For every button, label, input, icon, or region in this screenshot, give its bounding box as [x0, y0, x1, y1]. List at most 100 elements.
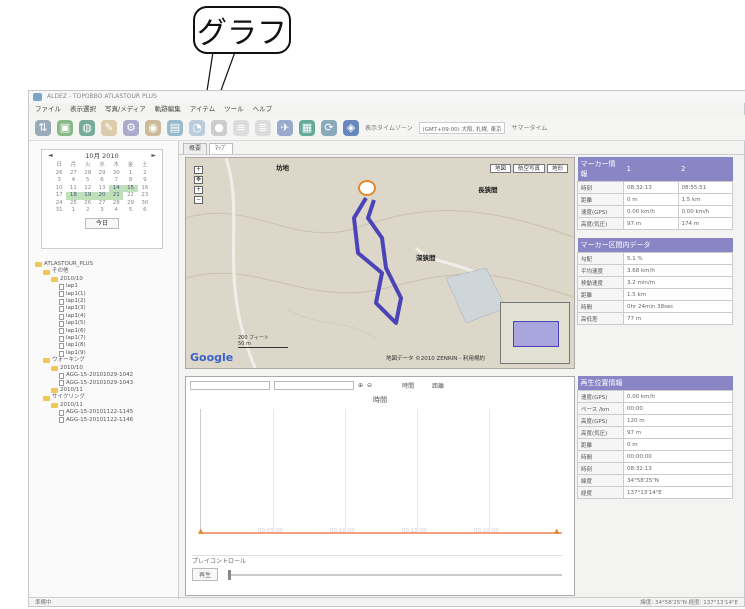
- calendar-day[interactable]: 19: [80, 192, 95, 200]
- tree-item[interactable]: その他: [35, 268, 175, 275]
- today-button[interactable]: 今日: [85, 217, 119, 229]
- calendar-day[interactable]: 1: [123, 170, 137, 178]
- map-copyright[interactable]: 地図データ ©2010 ZENRIN - 利用規約: [386, 354, 485, 362]
- radio-time[interactable]: 時間: [402, 381, 414, 390]
- tree-item[interactable]: lap1(2): [35, 298, 175, 305]
- start-marker-icon[interactable]: [358, 180, 376, 196]
- calendar-day[interactable]: 11: [66, 185, 80, 193]
- tree-item[interactable]: lap1: [35, 283, 175, 290]
- tree-item[interactable]: AGG-15-20101029-1043: [35, 380, 175, 387]
- data2-icon[interactable]: ≣: [255, 119, 271, 136]
- timezone-select[interactable]: (GMT+09:00) 大阪, 札幌, 東京: [418, 121, 506, 134]
- start-handle-icon[interactable]: ▲: [198, 527, 203, 535]
- calendar-day[interactable]: 21: [109, 192, 124, 200]
- calendar-day[interactable]: 30: [138, 200, 152, 208]
- calendar-day[interactable]: 24: [52, 200, 66, 208]
- menu-tools[interactable]: ツール: [224, 103, 244, 115]
- play-button[interactable]: 再生: [192, 568, 219, 581]
- sync-icon[interactable]: ⟳: [321, 119, 337, 136]
- menu-track-edit[interactable]: 軌跡編集: [155, 103, 181, 115]
- calendar-day[interactable]: 25: [66, 200, 80, 208]
- satellite-button[interactable]: 航空写真: [512, 164, 545, 173]
- clock-icon[interactable]: ◔: [189, 119, 205, 136]
- photo-icon[interactable]: ▤: [167, 119, 183, 136]
- calendar-day[interactable]: 14: [109, 184, 124, 192]
- calendar-day[interactable]: 16: [138, 185, 152, 193]
- tree-item[interactable]: AGG-15-20101122-1145: [35, 409, 175, 416]
- tree-item[interactable]: ウォーキング: [35, 357, 175, 364]
- tree-item[interactable]: lap1(8): [35, 342, 175, 350]
- record-icon[interactable]: ●: [211, 119, 227, 136]
- calendar-day[interactable]: 26: [81, 200, 95, 208]
- calendar-day[interactable]: 22: [123, 192, 137, 200]
- settings-icon[interactable]: ⚙: [123, 119, 139, 136]
- zoom-out-chart-icon[interactable]: ⊖: [367, 382, 372, 389]
- tree-item[interactable]: lap1(4): [35, 313, 175, 320]
- play-slider[interactable]: [228, 569, 562, 580]
- tree-item[interactable]: lap1(6): [35, 328, 175, 335]
- menu-media[interactable]: 写真/メディア: [105, 103, 146, 115]
- camera-icon[interactable]: ◉: [145, 119, 161, 136]
- radio-distance[interactable]: 距離: [432, 381, 444, 390]
- web-icon[interactable]: ◈: [343, 119, 359, 136]
- menu-help[interactable]: ヘルプ: [253, 103, 273, 115]
- calendar-day[interactable]: 2: [138, 170, 152, 178]
- calendar-day[interactable]: 30: [109, 170, 123, 178]
- tree-item[interactable]: 2010/11: [35, 402, 175, 409]
- calendar-day[interactable]: 6: [138, 207, 152, 215]
- calendar-day[interactable]: 27: [66, 170, 80, 178]
- runner-icon[interactable]: ✈: [277, 119, 293, 136]
- zoom-out-icon[interactable]: −: [194, 196, 203, 204]
- calendar-day[interactable]: 28: [109, 200, 123, 208]
- overview-viewport[interactable]: [513, 321, 559, 347]
- series-select-1[interactable]: [190, 381, 270, 390]
- tree-item[interactable]: 2010/10: [35, 276, 175, 283]
- import-icon[interactable]: ⇅: [35, 119, 51, 136]
- tree-item[interactable]: AGG-15-20101029-1042: [35, 372, 175, 379]
- tree-item[interactable]: サイクリング: [35, 394, 175, 401]
- calendar-day[interactable]: 10: [52, 185, 66, 193]
- tree-item[interactable]: AGG-15-20101122-1146: [35, 417, 175, 424]
- next-month-icon[interactable]: ►: [151, 150, 156, 162]
- calendar-day[interactable]: 4: [109, 207, 123, 215]
- zoom-in-chart-icon[interactable]: ⊕: [358, 382, 363, 389]
- tree-item[interactable]: 2010/10: [35, 365, 175, 372]
- map-view[interactable]: + ✥ + − 地図 航空写真 地形 坊地 長狭間 深狭間 200 フィート 5…: [185, 157, 575, 369]
- data-icon[interactable]: ≡: [233, 119, 249, 136]
- calendar-day[interactable]: 2: [81, 207, 95, 215]
- calendar-day[interactable]: 5: [123, 207, 137, 215]
- pan-icon[interactable]: ✥: [194, 176, 203, 184]
- calendar-day[interactable]: 29: [95, 170, 109, 178]
- calendar-day[interactable]: 18: [66, 192, 81, 200]
- calendar-day[interactable]: 7: [109, 177, 123, 185]
- tree-item[interactable]: lap1(3): [35, 305, 175, 313]
- tree-item[interactable]: lap1(5): [35, 320, 175, 327]
- calendar-day[interactable]: 31: [52, 207, 66, 215]
- menu-file[interactable]: ファイル: [35, 103, 61, 115]
- calendar-day[interactable]: 26: [52, 170, 66, 178]
- menu-item[interactable]: アイテム: [190, 103, 215, 115]
- calendar-day[interactable]: 27: [95, 200, 109, 208]
- globe-icon[interactable]: ◍: [79, 119, 95, 136]
- chart-icon[interactable]: ▦: [299, 119, 315, 136]
- calendar-day[interactable]: 3: [52, 177, 66, 185]
- calendar-day[interactable]: 1: [66, 207, 80, 215]
- overview-map[interactable]: [500, 302, 570, 364]
- calendar-day[interactable]: 9: [138, 177, 152, 185]
- chart-plot[interactable]: [200, 409, 562, 531]
- calendar-day[interactable]: 15: [123, 184, 138, 192]
- device-icon[interactable]: ▣: [57, 119, 73, 136]
- tab-map[interactable]: ﾏｯﾌﾟ: [209, 143, 234, 154]
- tree-item[interactable]: lap1(7): [35, 335, 175, 342]
- calendar-day[interactable]: 28: [81, 170, 95, 178]
- calendar-day[interactable]: 17: [52, 192, 66, 200]
- calendar-day[interactable]: 20: [94, 192, 110, 200]
- calendar-day[interactable]: 3: [95, 207, 109, 215]
- prev-month-icon[interactable]: ◄: [48, 150, 53, 162]
- calendar-day[interactable]: 5: [81, 177, 95, 185]
- map-type-button[interactable]: 地図: [489, 164, 511, 173]
- play-slider-thumb[interactable]: [228, 569, 232, 580]
- calendar-day[interactable]: 13: [95, 185, 109, 193]
- zoom-plus-icon[interactable]: +: [194, 186, 203, 194]
- series-select-2[interactable]: [274, 381, 354, 390]
